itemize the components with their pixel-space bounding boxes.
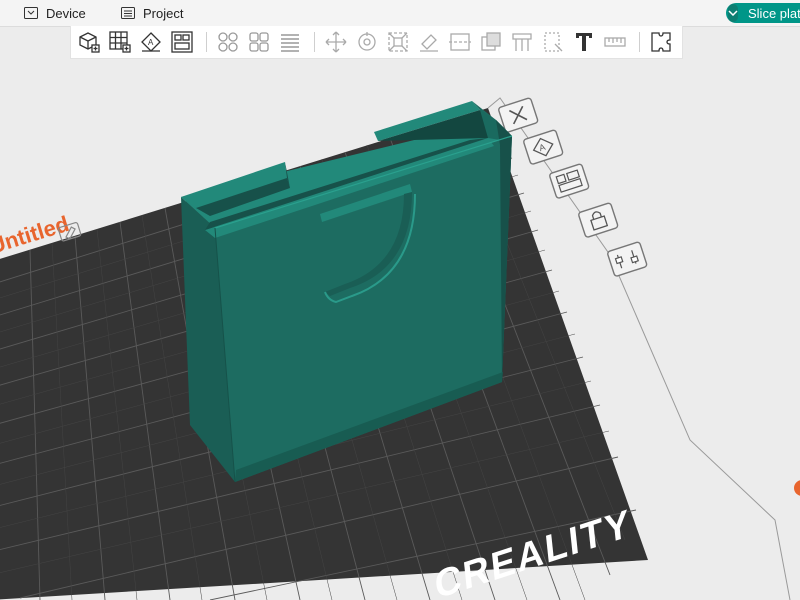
move-icon[interactable] xyxy=(322,28,350,56)
3d-viewport[interactable]: Untitled CREALITY A xyxy=(0,0,800,600)
arrange-plate-icon[interactable] xyxy=(549,163,590,199)
cut-icon[interactable] xyxy=(446,28,474,56)
seam-paint-icon[interactable] xyxy=(539,28,567,56)
rotate-icon[interactable] xyxy=(353,28,381,56)
lock-plate-icon[interactable] xyxy=(578,202,619,238)
add-plate-icon[interactable] xyxy=(106,28,134,56)
arrange-icon[interactable] xyxy=(168,28,196,56)
text-icon[interactable] xyxy=(570,28,598,56)
toolbar-divider xyxy=(639,32,640,52)
auto-orient-plate-icon[interactable]: A xyxy=(523,129,564,165)
plate-settings-icon[interactable] xyxy=(607,241,648,277)
main-toolbar: A xyxy=(70,26,683,59)
project-tab-label: Project xyxy=(143,5,184,21)
lay-on-face-icon[interactable] xyxy=(415,28,443,56)
split-objects-icon[interactable] xyxy=(214,28,242,56)
toolbar-divider xyxy=(206,32,207,52)
chevron-down-icon[interactable] xyxy=(728,4,738,22)
delete-plate-icon[interactable] xyxy=(498,97,539,133)
scale-icon[interactable] xyxy=(384,28,412,56)
slice-plate-button[interactable]: Slice plate xyxy=(726,3,800,23)
auto-orient-icon[interactable]: A xyxy=(137,28,165,56)
split-parts-icon[interactable] xyxy=(245,28,273,56)
device-tab[interactable]: Device xyxy=(24,0,86,26)
variable-layer-icon[interactable] xyxy=(276,28,304,56)
measure-icon[interactable] xyxy=(601,28,629,56)
top-bar: Device Project Slice plate xyxy=(0,0,800,27)
toolbar-divider xyxy=(314,32,315,52)
support-paint-icon[interactable] xyxy=(508,28,536,56)
device-icon xyxy=(24,7,38,19)
device-tab-label: Device xyxy=(46,5,86,21)
project-tab[interactable]: Project xyxy=(121,0,183,26)
project-icon xyxy=(121,7,135,19)
plate-edge-marker xyxy=(794,480,800,496)
slice-plate-label: Slice plate xyxy=(748,5,800,21)
add-object-icon[interactable] xyxy=(75,28,103,56)
svg-text:A: A xyxy=(148,38,154,47)
mesh-boolean-icon[interactable] xyxy=(477,28,505,56)
assembly-icon[interactable] xyxy=(647,28,675,56)
